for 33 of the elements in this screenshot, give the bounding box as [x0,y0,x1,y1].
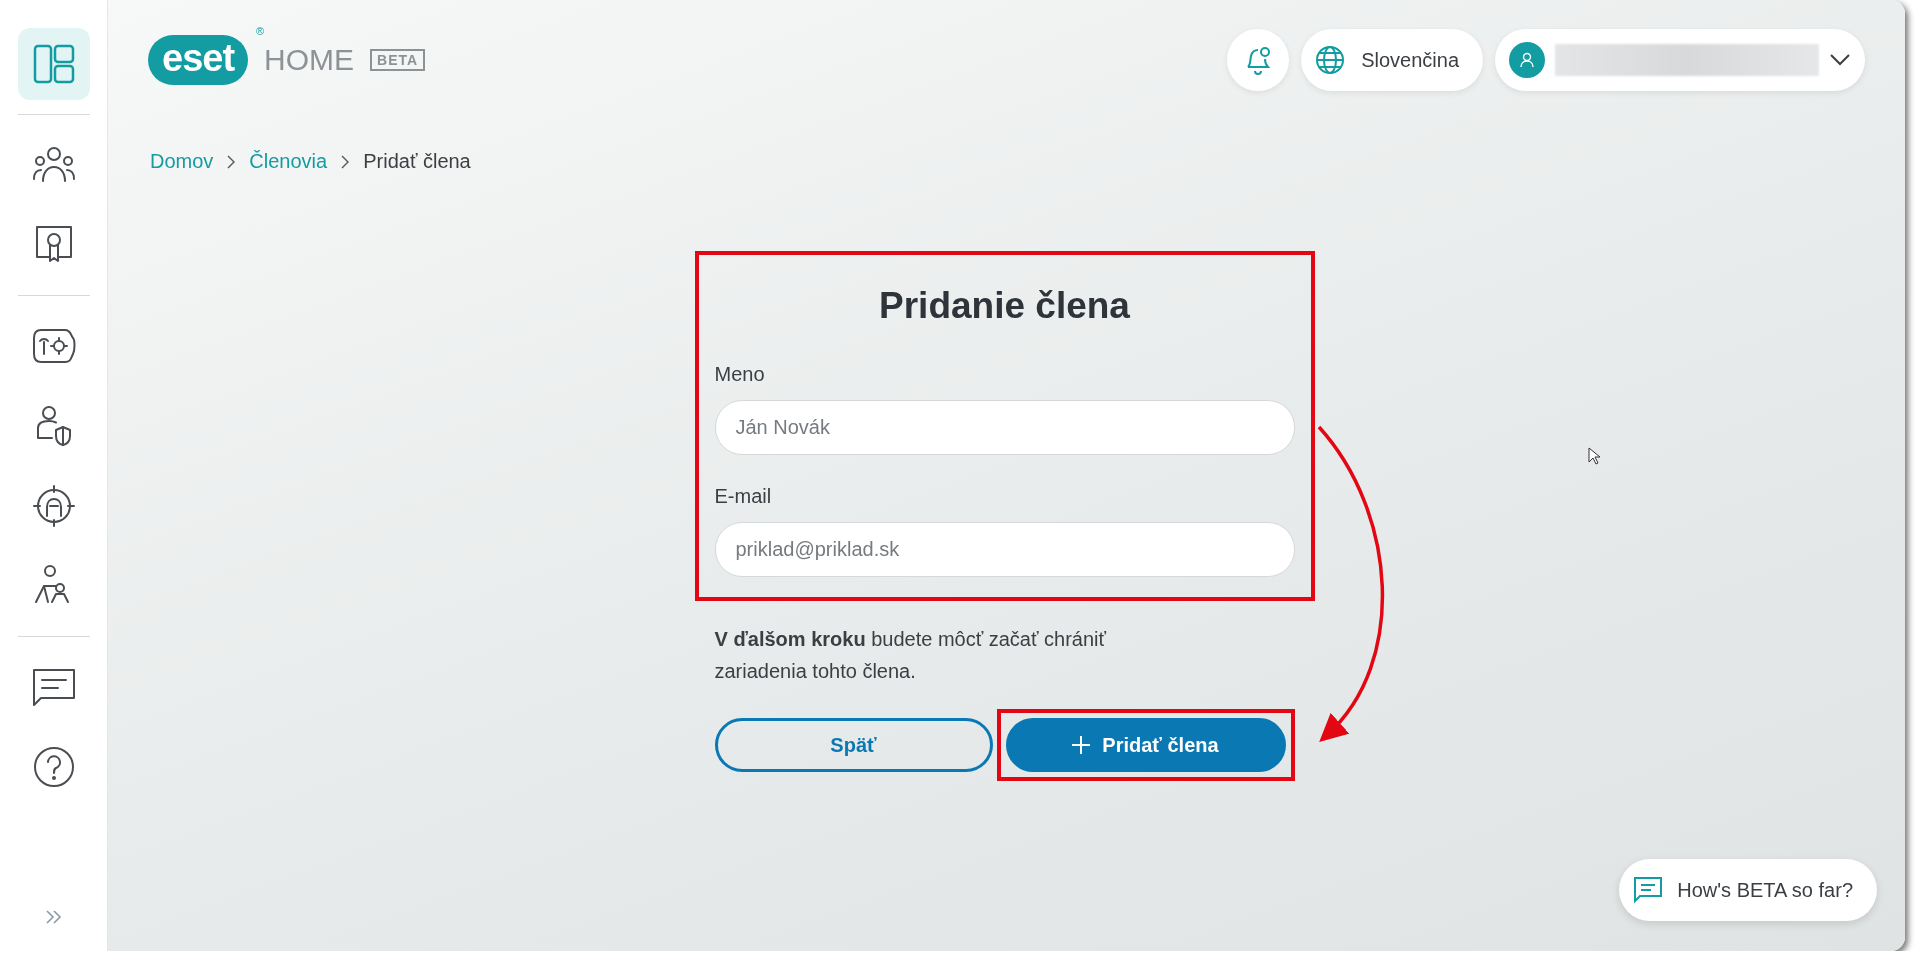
info-text: V ďalšom kroku budete môcť začať chrániť zariadenia tohto člena. [714,627,1108,684]
field-label: E-mail [714,485,773,508]
help-icon [31,745,76,789]
breadcrumb-link[interactable]: Domov [150,150,214,173]
cursor-icon [1588,447,1600,465]
feedback-button[interactable]: How's BETA so far? [1619,859,1877,921]
current-page-label: Pridať člena [363,150,471,173]
people-icon [31,145,76,185]
input-field[interactable]: Ján Novák [714,400,1295,455]
message-icon [1633,876,1664,904]
avatar-icon [1509,42,1545,78]
target-person-icon [31,484,76,528]
chevron-down-icon [1829,53,1851,67]
chevron-right-icon [341,154,350,169]
language-button[interactable]: Slovenčina [1301,29,1483,91]
message-icon [30,666,77,708]
chevron-right-icon [227,154,236,169]
expand-icon[interactable] [44,909,63,925]
back-button[interactable]: Späť [714,718,993,772]
registered-mark: ® [256,25,265,37]
dashboard-icon [31,42,76,86]
add-member-button[interactable]: Pridať člena [1005,718,1286,772]
brand-logo: eset [148,35,249,85]
form-title: Pridanie člena [878,285,1131,327]
globe-icon [1315,45,1346,75]
breadcrumb-link[interactable]: Členovia [249,150,328,173]
account-button[interactable] [1495,29,1865,91]
notifications-button[interactable] [1227,29,1290,91]
beta-badge: BETA [370,49,426,71]
product-name: HOME [264,43,355,77]
input-field[interactable]: priklad@priklad.sk [714,522,1295,577]
plus-icon [1072,736,1091,754]
field-label: Meno [714,363,766,386]
